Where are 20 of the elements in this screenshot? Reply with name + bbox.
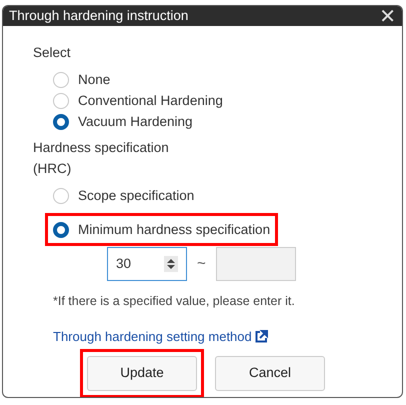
radio-option[interactable]: Vacuum Hardening: [53, 111, 402, 132]
radio-option[interactable]: Minimum hardness specification: [53, 219, 270, 240]
help-link[interactable]: Through hardening setting method: [53, 327, 268, 346]
radio-button[interactable]: [53, 114, 69, 130]
window-title: Through hardening instruction: [9, 7, 188, 25]
section-label: Select: [33, 44, 72, 62]
radio-button[interactable]: [53, 222, 69, 238]
unit-label: (HRC): [33, 160, 72, 178]
dialog-button[interactable]: Update: [87, 356, 197, 390]
radio-option[interactable]: Scope specification: [53, 185, 194, 206]
external-link-icon: [254, 330, 268, 344]
dialog-button[interactable]: Cancel: [215, 356, 325, 390]
radio-option[interactable]: None: [53, 69, 402, 90]
radio-option[interactable]: Conventional Hardening: [53, 90, 402, 112]
close-button[interactable]: ✕: [379, 6, 396, 26]
note-text: *If there is a specified value, please enter it.: [53, 293, 296, 310]
range-separator: ~: [197, 254, 206, 274]
number-field[interactable]: 30: [107, 247, 187, 282]
section-label: Hardness specification: [33, 139, 170, 158]
spinner-icon[interactable]: [164, 256, 178, 272]
